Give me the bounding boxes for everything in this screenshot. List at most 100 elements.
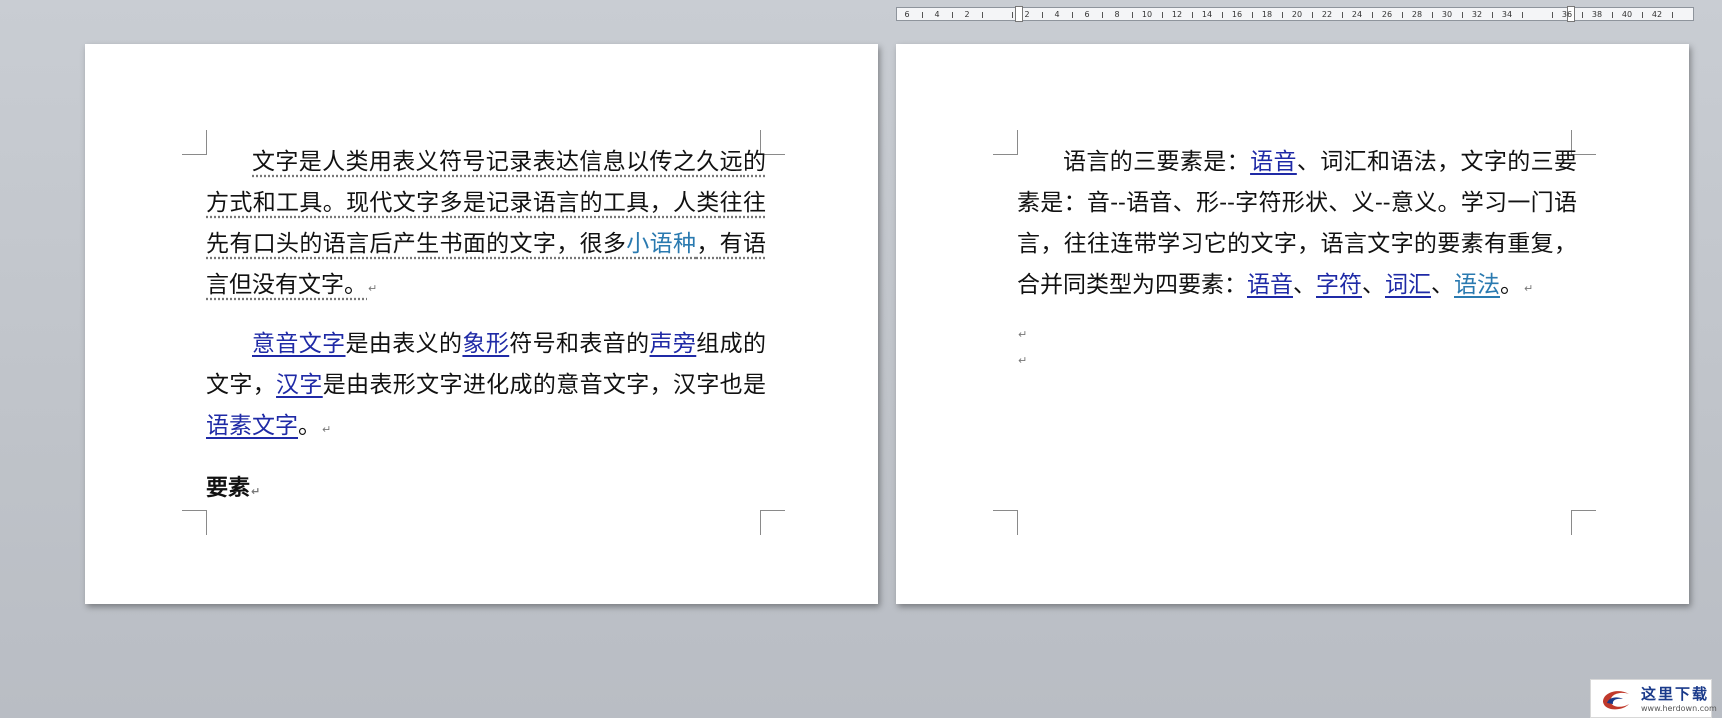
ruler-tick-label: 8 (1114, 10, 1120, 19)
ruler-tick-label: 28 (1411, 10, 1423, 19)
para2-text-4: 是由表形文字进化成的意音文字，汉字也是 (322, 372, 767, 398)
margin-corner-bottom-right (1571, 510, 1596, 535)
ruler-tick-label: 14 (1201, 10, 1213, 19)
page-2-body[interactable]: 语言的三要素是：语音、词汇和语法，文字的三要素是：音--语音、形--字符形状、义… (1017, 142, 1577, 371)
ruler-tick-label: 10 (1141, 10, 1153, 19)
ruler-minor-tick (982, 12, 983, 18)
ruler-minor-tick (1642, 12, 1643, 18)
ruler-minor-tick (922, 12, 923, 18)
ruler-minor-tick (1672, 12, 1673, 18)
para2-text-1: 是由表义的 (345, 331, 463, 357)
ruler-minor-tick (1132, 12, 1133, 18)
ruler-tick-label: 40 (1621, 10, 1633, 19)
ruler-tick-label: 34 (1501, 10, 1513, 19)
ruler-minor-tick (1312, 12, 1313, 18)
paragraph-mark-icon: ↵ (368, 282, 378, 295)
ruler-tick-label: 38 (1591, 10, 1603, 19)
margin-corner-bottom-left (182, 510, 207, 535)
ruler-minor-tick (1072, 12, 1073, 18)
ruler-tick-label: 18 (1261, 10, 1273, 19)
ruler-minor-tick (1042, 12, 1043, 18)
ruler-tick-label: 24 (1351, 10, 1363, 19)
para2-text-5: 。 (298, 413, 321, 439)
logo-url: www.herdown.com (1641, 704, 1717, 713)
ruler-minor-tick (952, 12, 953, 18)
ruler-minor-tick (1162, 12, 1163, 18)
paragraph-mark-icon: ↵ (1018, 328, 1028, 341)
ruler-minor-tick (1252, 12, 1253, 18)
watermark-logo: 这里下载 www.herdown.com (1590, 679, 1717, 718)
ruler-tick-label: 6 (1084, 10, 1090, 19)
page-1-body[interactable]: 文字是人类用表义符号记录表达信息以传之久远的方式和工具。现代文字多是记录语言的工… (206, 142, 766, 512)
empty-paragraph[interactable]: ↵ (1017, 347, 1577, 371)
document-page-1: 文字是人类用表义符号记录表达信息以传之久远的方式和工具。现代文字多是记录语言的工… (85, 44, 878, 604)
ruler-minor-tick (1342, 12, 1343, 18)
paragraph-2[interactable]: 意音文字是由表义的象形符号和表音的声旁组成的文字，汉字是由表形文字进化成的意音文… (206, 324, 766, 450)
ruler-minor-tick (1492, 12, 1493, 18)
ruler-tick-label: 42 (1651, 10, 1663, 19)
link-morphemic-writing[interactable]: 语素文字 (206, 413, 298, 439)
document-page-2: 语言的三要素是：语音、词汇和语法，文字的三要素是：音--语音、形--字符形状、义… (896, 44, 1689, 604)
link-vocabulary[interactable]: 词汇 (1385, 272, 1431, 298)
paragraph-1[interactable]: 文字是人类用表义符号记录表达信息以传之久远的方式和工具。现代文字多是记录语言的工… (206, 142, 766, 309)
ruler-minor-tick (1582, 12, 1583, 18)
logo-name: 这里下载 (1641, 685, 1710, 703)
ruler-tick-label: 6 (904, 10, 910, 19)
para3-text-3: 。 (1500, 272, 1523, 298)
ruler-tick-label: 2 (1024, 10, 1030, 19)
horizontal-ruler[interactable]: 6 4 2 2 4 6 8 10 12 14 16 18 20 22 24 26 28 30 32 34 36 38 40 4… (896, 6, 1694, 22)
separator: 、 (1293, 272, 1316, 298)
ruler-tick-label: 32 (1471, 10, 1483, 19)
ruler-tick-label: 4 (934, 10, 940, 19)
section-heading[interactable]: 要素↵ (206, 468, 766, 512)
indent-marker-left[interactable] (1015, 6, 1023, 22)
ruler-tick-label: 22 (1321, 10, 1333, 19)
ruler-tick-label: 36 (1561, 10, 1573, 19)
ruler-tick-label: 12 (1171, 10, 1183, 19)
link-grammar[interactable]: 语法 (1454, 272, 1500, 298)
heading-text: 要素 (206, 475, 251, 501)
ruler-minor-tick (1282, 12, 1283, 18)
ruler-tick-label: 20 (1291, 10, 1303, 19)
ruler-minor-tick (1102, 12, 1103, 18)
ruler-minor-tick (1372, 12, 1373, 18)
para1-line1: 文字是人类用表义符号记录表达信息以传之久远 (252, 149, 743, 175)
margin-corner-top-left (993, 130, 1018, 155)
para3-text-1: 语言的三要素是： (1063, 149, 1251, 175)
link-characters[interactable]: 字符 (1316, 272, 1362, 298)
ruler-minor-tick (1612, 12, 1613, 18)
link-phonetics[interactable]: 语音 (1250, 149, 1297, 175)
ruler-minor-tick (1462, 12, 1463, 18)
paragraph-mark-icon: ↵ (322, 423, 332, 436)
ruler-tick-label: 30 (1441, 10, 1453, 19)
margin-corner-bottom-left (993, 510, 1018, 535)
ruler-minor-tick (1402, 12, 1403, 18)
para1-comma: ， (696, 231, 720, 257)
separator: 、 (1431, 272, 1454, 298)
ruler-minor-tick (1012, 12, 1013, 18)
paragraph-mark-icon: ↵ (251, 485, 261, 498)
ruler-tick-label: 4 (1054, 10, 1060, 19)
empty-paragraph[interactable]: ↵ (1017, 319, 1577, 347)
para2-text-2: 符号和表音的 (509, 331, 650, 357)
ruler-tick-label: 2 (964, 10, 970, 19)
link-phonetics-2[interactable]: 语音 (1247, 272, 1293, 298)
ruler-minor-tick (1522, 12, 1523, 18)
link-logographic-writing[interactable]: 意音文字 (252, 331, 346, 357)
link-small-language[interactable]: 小语种 (626, 231, 696, 257)
ruler-minor-tick (1552, 12, 1553, 18)
paragraph-3[interactable]: 语言的三要素是：语音、词汇和语法，文字的三要素是：音--语音、形--字符形状、义… (1017, 142, 1577, 309)
ruler-minor-tick (1432, 12, 1433, 18)
paragraph-mark-icon: ↵ (1524, 282, 1534, 295)
margin-corner-top-left (182, 130, 207, 155)
link-pictograph[interactable]: 象形 (462, 331, 509, 357)
ruler-tick-label: 16 (1231, 10, 1243, 19)
margin-corner-bottom-right (760, 510, 785, 535)
ruler-minor-tick (1192, 12, 1193, 18)
logo-swirl-icon (1603, 691, 1629, 710)
paragraph-mark-icon: ↵ (1018, 354, 1028, 367)
link-chinese-characters[interactable]: 汉字 (276, 372, 323, 398)
ruler-tick-label: 26 (1381, 10, 1393, 19)
ruler-minor-tick (1222, 12, 1223, 18)
link-phonetic-component[interactable]: 声旁 (650, 331, 697, 357)
